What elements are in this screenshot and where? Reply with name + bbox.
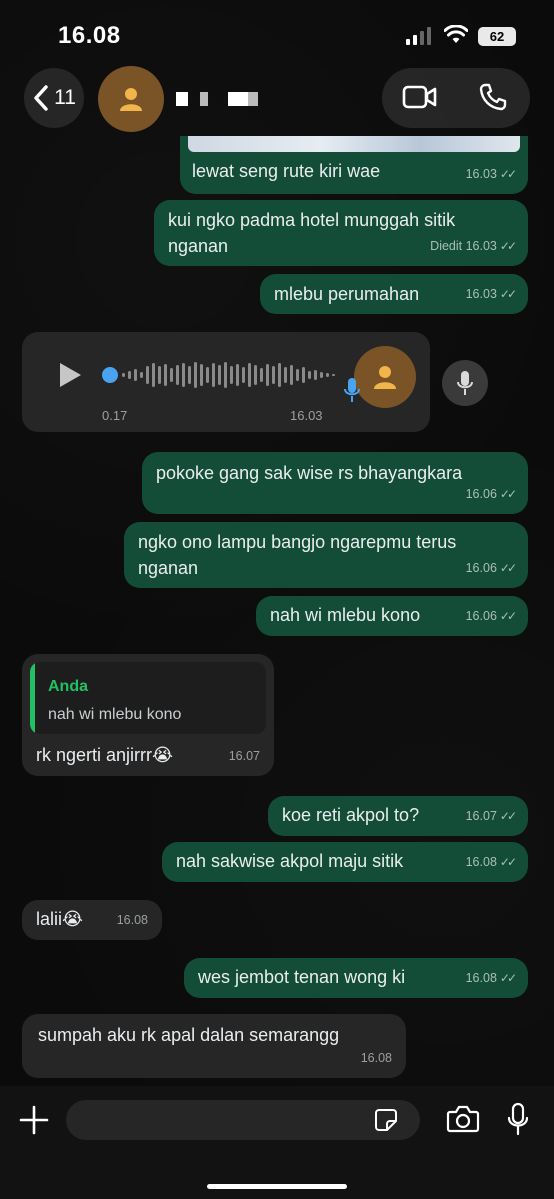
message-input[interactable] — [66, 1100, 420, 1140]
message-outgoing[interactable]: koe reti akpol to? 16.07 ✓✓ — [268, 796, 528, 836]
mic-icon[interactable] — [506, 1102, 530, 1136]
quoted-message[interactable]: Anda nah wi mlebu kono — [30, 662, 266, 734]
message-outgoing[interactable]: lewat seng rute kiri wae 16.03 ✓✓ — [180, 136, 528, 194]
transcribe-button[interactable] — [442, 360, 488, 406]
map-preview[interactable] — [188, 136, 520, 152]
status-bar: 16.08 62 — [0, 0, 554, 64]
message-meta: 16.06 ✓✓ — [465, 609, 517, 623]
double-check-icon: ✓✓ — [499, 487, 517, 501]
message-meta: 16.08 ✓✓ — [465, 971, 517, 985]
message-outgoing[interactable]: nah wi mlebu kono 16.06 ✓✓ — [256, 596, 528, 636]
message-meta: 16.08 ✓✓ — [465, 855, 517, 869]
person-icon — [120, 88, 142, 111]
message-meta: 16.08 — [360, 1051, 392, 1065]
mic-icon — [457, 371, 473, 395]
phone-icon[interactable] — [478, 82, 508, 112]
message-incoming[interactable]: sumpah aku rk apal dalan semarangg 16.08 — [22, 1014, 406, 1078]
voice-message[interactable]: 0.17 16.03 — [22, 332, 430, 432]
message-meta: 16.07 — [228, 749, 260, 763]
message-meta: 16.08 — [116, 913, 148, 927]
chevron-left-icon — [34, 85, 48, 111]
double-check-icon: ✓✓ — [499, 971, 517, 985]
message-outgoing[interactable]: wes jembot tenan wong ki 16.08 ✓✓ — [184, 958, 528, 998]
voice-sender-avatar — [354, 346, 416, 408]
double-check-icon: ✓✓ — [499, 855, 517, 869]
message-text: pokoke gang sak wise rs bhayangkara — [156, 463, 463, 483]
wifi-icon — [444, 25, 468, 43]
double-check-icon: ✓✓ — [499, 239, 517, 253]
message-meta: 16.06 ✓✓ — [465, 487, 517, 501]
message-outgoing[interactable]: mlebu perumahan 16.03 ✓✓ — [260, 274, 528, 314]
composer-bar — [0, 1086, 554, 1199]
double-check-icon: ✓✓ — [499, 167, 517, 181]
cellular-signal-icon — [406, 27, 431, 45]
message-outgoing[interactable]: kui ngko padma hotel munggah sitik ngana… — [154, 200, 528, 266]
unread-count: 11 — [54, 86, 76, 109]
plus-icon[interactable] — [18, 1104, 50, 1136]
message-meta: 16.06 ✓✓ — [465, 561, 517, 575]
video-call-icon[interactable] — [402, 84, 438, 110]
message-text: nah sakwise akpol maju sitik — [176, 851, 404, 871]
contact-name-redacted[interactable] — [176, 92, 258, 106]
message-incoming-reply[interactable]: Anda nah wi mlebu kono rk ngerti anjirrr… — [22, 654, 274, 776]
message-text: rk ngerti anjirrr😭 — [36, 745, 174, 765]
message-meta: 16.07 ✓✓ — [465, 809, 517, 823]
battery-indicator: 62 — [478, 27, 516, 46]
camera-icon[interactable] — [446, 1104, 480, 1134]
chat-header: 11 — [0, 64, 554, 136]
message-text: sumpah aku rk apal dalan semarangg — [38, 1025, 340, 1045]
status-time: 16.08 — [58, 22, 121, 49]
message-incoming[interactable]: lalii😭 16.08 — [22, 900, 162, 940]
home-indicator — [207, 1184, 347, 1189]
sticker-icon[interactable] — [374, 1108, 398, 1132]
voice-timestamp: 16.03 — [290, 408, 323, 423]
message-meta: Diedit 16.03 ✓✓ — [430, 239, 517, 253]
double-check-icon: ✓✓ — [499, 809, 517, 823]
voice-duration: 0.17 — [102, 408, 128, 423]
quote-accent-bar — [30, 662, 35, 734]
double-check-icon: ✓✓ — [499, 609, 517, 623]
contact-avatar[interactable] — [98, 66, 164, 132]
message-text: ngko ono lampu bangjo ngarepmu terus nga… — [138, 532, 457, 578]
play-icon[interactable] — [58, 362, 82, 388]
message-outgoing[interactable]: ngko ono lampu bangjo ngarepmu terus nga… — [124, 522, 528, 588]
message-meta: 16.03 ✓✓ — [465, 287, 517, 301]
quoted-text: nah wi mlebu kono — [48, 706, 182, 723]
message-outgoing[interactable]: nah sakwise akpol maju sitik 16.08 ✓✓ — [162, 842, 528, 882]
back-button[interactable]: 11 — [24, 68, 84, 128]
person-icon — [374, 366, 396, 389]
call-actions — [382, 68, 530, 128]
double-check-icon: ✓✓ — [499, 287, 517, 301]
mic-icon — [344, 378, 360, 402]
message-outgoing[interactable]: pokoke gang sak wise rs bhayangkara 16.0… — [142, 452, 528, 514]
message-list[interactable]: lewat seng rute kiri wae 16.03 ✓✓ kui ngk… — [0, 136, 554, 1086]
double-check-icon: ✓✓ — [499, 561, 517, 575]
message-meta: 16.03 ✓✓ — [465, 167, 517, 181]
quoted-sender: Anda — [48, 678, 88, 695]
audio-waveform[interactable] — [102, 358, 342, 392]
